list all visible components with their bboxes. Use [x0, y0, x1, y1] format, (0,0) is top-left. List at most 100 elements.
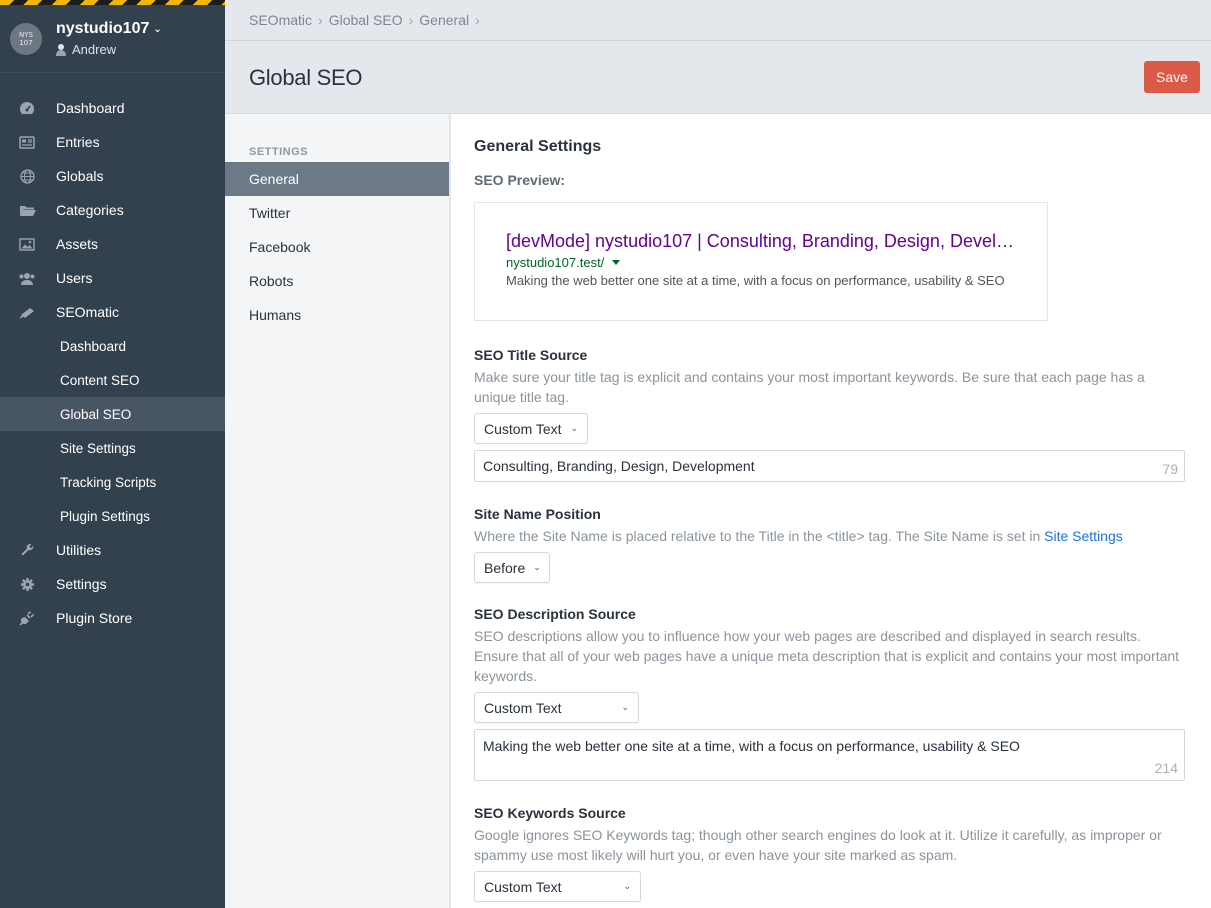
nav-label: Globals	[56, 168, 104, 184]
current-user[interactable]: Andrew	[56, 42, 162, 57]
site-name-label: nystudio107	[56, 20, 150, 37]
nav-label: Entries	[56, 134, 100, 150]
title-source-instructions: Make sure your title tag is explicit and…	[474, 369, 1145, 405]
site-switcher[interactable]: NYS 107 nystudio107 ⌄ Andrew	[0, 5, 225, 73]
user-icon	[56, 43, 66, 56]
breadcrumb: SEOmatic › Global SEO › General ›	[225, 0, 1211, 41]
breadcrumb-separator-icon: ›	[475, 12, 480, 28]
nav-item-dashboard[interactable]: Dashboard	[0, 91, 225, 125]
plug-icon	[18, 609, 36, 627]
speedometer-icon	[18, 99, 36, 117]
site-name-position-label: Site Name Position	[474, 506, 601, 522]
site-logo: NYS 107	[10, 22, 42, 55]
caret-down-icon	[612, 260, 621, 265]
instructions-text: Where the Site Name is placed relative t…	[474, 528, 1041, 544]
tab-facebook[interactable]: Facebook	[225, 230, 449, 264]
description-textarea[interactable]: Making the web better one site at a time…	[474, 729, 1185, 781]
nav-label: Settings	[56, 576, 107, 592]
nav-label: Categories	[56, 202, 124, 218]
description-source-select[interactable]: Custom Text ⌄	[474, 692, 639, 723]
site-logo-line-1: NYS	[19, 30, 33, 39]
page-header: Global SEO Save	[225, 41, 1211, 114]
keywords-source-select[interactable]: Custom Text ⌄	[474, 871, 641, 902]
chevron-down-icon: ⌄	[153, 23, 162, 35]
newspaper-icon	[18, 133, 36, 151]
select-value: Custom Text	[484, 699, 562, 716]
settings-content: General Settings SEO Preview: [devMode] …	[451, 114, 1211, 908]
breadcrumb-item-general[interactable]: General	[419, 12, 469, 28]
title-source-select[interactable]: Custom Text ⌄	[474, 413, 588, 444]
nav-item-utilities[interactable]: Utilities	[0, 533, 225, 567]
preview-description: Making the web better one site at a time…	[506, 273, 1005, 288]
subnav-label: Content SEO	[60, 372, 140, 388]
nav-item-entries[interactable]: Entries	[0, 125, 225, 159]
site-settings-link[interactable]: Site Settings	[1044, 528, 1123, 544]
save-button[interactable]: Save	[1144, 61, 1200, 93]
tab-robots[interactable]: Robots	[225, 264, 449, 298]
description-source-label: SEO Description Source	[474, 606, 636, 622]
keywords-source-instructions: Google ignores SEO Keywords tag; though …	[474, 827, 1162, 863]
nav-item-users[interactable]: Users	[0, 261, 225, 295]
subnav-heading: SETTINGS	[249, 146, 309, 158]
title-input[interactable]: Consulting, Branding, Design, Developmen…	[474, 450, 1185, 482]
subnav-item-tracking-scripts[interactable]: Tracking Scripts	[0, 465, 225, 499]
select-value: Before	[484, 559, 526, 576]
site-name-position-field: Site Name Position Where the Site Name i…	[474, 506, 1185, 583]
chevron-down-icon: ⌄	[621, 702, 629, 712]
subnav-label: Dashboard	[60, 338, 127, 354]
title-source-label: SEO Title Source	[474, 347, 588, 363]
breadcrumb-separator-icon: ›	[408, 12, 414, 28]
tab-general[interactable]: General	[225, 162, 449, 196]
seo-preview-label: SEO Preview:	[474, 172, 566, 188]
subnav-item-dashboard[interactable]: Dashboard	[0, 329, 225, 363]
nav-label: Plugin Store	[56, 610, 133, 626]
select-value: Custom Text	[484, 420, 562, 437]
nav-item-assets[interactable]: Assets	[0, 227, 225, 261]
folder-icon	[18, 201, 36, 219]
keywords-source-label: SEO Keywords Source	[474, 805, 626, 821]
nav-label: Dashboard	[56, 100, 125, 116]
nav-label: Users	[56, 270, 93, 286]
gear-icon	[18, 575, 36, 593]
page-title: Global SEO	[249, 65, 363, 90]
wrench-icon	[18, 541, 36, 559]
preview-url-text: nystudio107.test/	[506, 255, 605, 270]
subnav-item-site-settings[interactable]: Site Settings	[0, 431, 225, 465]
chevron-down-icon: ⌄	[570, 423, 578, 433]
nav-item-globals[interactable]: Globals	[0, 159, 225, 193]
nav-label: SEOmatic	[56, 304, 120, 320]
nav-label: Assets	[56, 236, 99, 252]
nav-item-seomatic[interactable]: SEOmatic	[0, 295, 225, 329]
nav-label: Utilities	[56, 542, 102, 558]
nav-item-plugin-store[interactable]: Plugin Store	[0, 601, 225, 635]
tab-humans[interactable]: Humans	[225, 298, 449, 332]
section-title: General Settings	[474, 138, 602, 155]
site-name-position-select[interactable]: Before ⌄	[474, 552, 550, 583]
sidebar: NYS 107 nystudio107 ⌄ Andrew Dashboard E…	[0, 0, 225, 908]
description-source-instructions: SEO descriptions allow you to influence …	[474, 628, 1180, 684]
site-name[interactable]: nystudio107 ⌄	[56, 20, 162, 38]
subnav-item-plugin-settings[interactable]: Plugin Settings	[0, 499, 225, 533]
breadcrumb-item-seomatic[interactable]: SEOmatic	[249, 12, 312, 28]
keywords-source-field: SEO Keywords Source Google ignores SEO K…	[474, 805, 1185, 902]
title-input-value: Consulting, Branding, Design, Developmen…	[483, 458, 755, 474]
subnav-label: Global SEO	[60, 406, 132, 422]
description-source-field: SEO Description Source SEO descriptions …	[474, 606, 1185, 781]
description-value: Making the web better one site at a time…	[483, 738, 1020, 754]
seo-preview: [devMode] nystudio107 | Consulting, Bran…	[474, 202, 1048, 321]
chevron-down-icon: ⌄	[623, 881, 631, 891]
chevron-down-icon: ⌄	[533, 562, 541, 572]
main-nav: Dashboard Entries Globals Categories Ass…	[0, 73, 225, 635]
tab-twitter[interactable]: Twitter	[225, 196, 449, 230]
breadcrumb-item-global-seo[interactable]: Global SEO	[329, 12, 403, 28]
image-icon	[18, 235, 36, 253]
char-count: 214	[1154, 760, 1178, 776]
subnav-item-content-seo[interactable]: Content SEO	[0, 363, 225, 397]
preview-title: [devMode] nystudio107 | Consulting, Bran…	[506, 231, 1014, 251]
select-value: Custom Text	[484, 878, 562, 895]
nav-item-settings[interactable]: Settings	[0, 567, 225, 601]
subnav-label: Plugin Settings	[60, 508, 151, 524]
nav-item-categories[interactable]: Categories	[0, 193, 225, 227]
char-count: 79	[1162, 461, 1178, 477]
subnav-item-global-seo[interactable]: Global SEO	[0, 397, 225, 431]
